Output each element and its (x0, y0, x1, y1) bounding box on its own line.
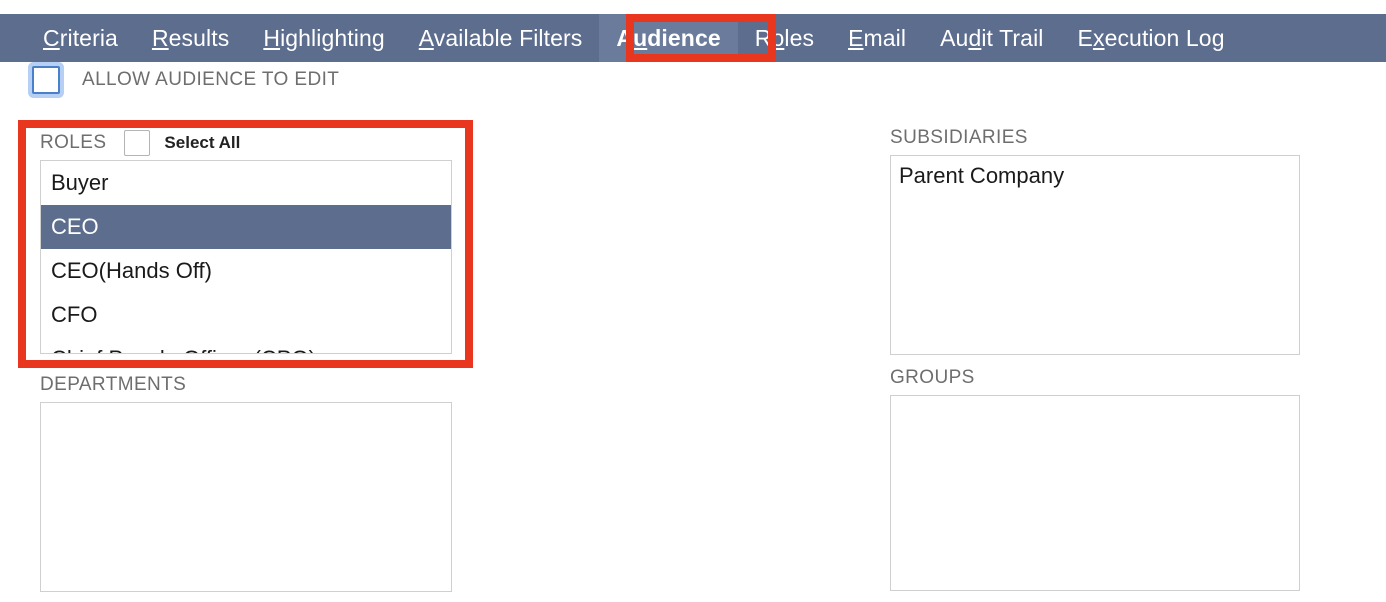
subsidiaries-list-item[interactable]: Parent Company (891, 156, 1299, 196)
allow-audience-to-edit-checkbox[interactable] (32, 66, 60, 94)
subsidiaries-listbox[interactable]: Parent Company (890, 155, 1300, 355)
roles-label: ROLES (40, 132, 107, 153)
roles-list-item[interactable]: Buyer (41, 161, 451, 205)
tab-bar: Criteria Results Highlighting Available Fil… (0, 14, 1386, 62)
tab-accelerator-key: x (1092, 25, 1105, 51)
tab-roles[interactable]: Roles (738, 14, 831, 62)
roles-list-item[interactable]: CFO (41, 293, 451, 337)
tab-criteria[interactable]: Criteria (26, 14, 135, 62)
subsidiaries-field: SUBSIDIARIES Parent Company (890, 126, 1300, 355)
departments-label: DEPARTMENTS (40, 374, 187, 395)
tab-accelerator-key: E (848, 25, 864, 51)
tab-execution-log[interactable]: Execution Log (1061, 14, 1242, 62)
groups-field: GROUPS (890, 366, 1300, 591)
tab-accelerator-key: C (43, 25, 60, 51)
allow-audience-to-edit-label: ALLOW AUDIENCE TO EDIT (82, 69, 340, 90)
tab-audit-trail[interactable]: Audit Trail (923, 14, 1060, 62)
tab-accelerator-key: A (418, 25, 434, 51)
tab-accelerator-key: u (633, 25, 648, 51)
tab-accelerator-key: o (771, 25, 785, 51)
roles-field: ROLES Select All Buyer CEO CEO(Hands Off) C… (40, 130, 452, 354)
tab-accelerator-key: H (263, 25, 281, 51)
tab-results[interactable]: Results (135, 14, 246, 62)
roles-list-item[interactable]: Chief People Officer (CPO) (41, 337, 451, 353)
groups-listbox[interactable] (890, 395, 1300, 591)
groups-field-header: GROUPS (890, 366, 1300, 390)
departments-field: DEPARTMENTS (40, 373, 452, 592)
departments-listbox[interactable] (40, 402, 452, 592)
groups-label: GROUPS (890, 367, 975, 388)
roles-list-item[interactable]: CEO (41, 205, 451, 249)
roles-listbox[interactable]: BuyerCEOCEO(Hands Off)CFOChief People Of… (40, 160, 452, 354)
roles-list-item[interactable]: CEO(Hands Off) (41, 249, 451, 293)
tab-accelerator-key: d (968, 25, 982, 51)
tab-audience[interactable]: Audience (599, 14, 738, 62)
roles-select-all-label: Select All (164, 133, 241, 152)
roles-field-header: ROLES Select All (40, 130, 452, 156)
tab-available-filters[interactable]: Available Filters (402, 14, 600, 62)
subsidiaries-field-header: SUBSIDIARIES (890, 126, 1300, 150)
subsidiaries-label: SUBSIDIARIES (890, 127, 1028, 148)
departments-field-header: DEPARTMENTS (40, 373, 452, 397)
roles-select-all-checkbox[interactable] (124, 130, 151, 156)
tab-highlighting[interactable]: Highlighting (246, 14, 401, 62)
tab-accelerator-key: R (151, 25, 169, 51)
tab-email[interactable]: Email (831, 14, 923, 62)
allow-audience-to-edit-row[interactable]: ALLOW AUDIENCE TO EDIT (32, 66, 339, 94)
